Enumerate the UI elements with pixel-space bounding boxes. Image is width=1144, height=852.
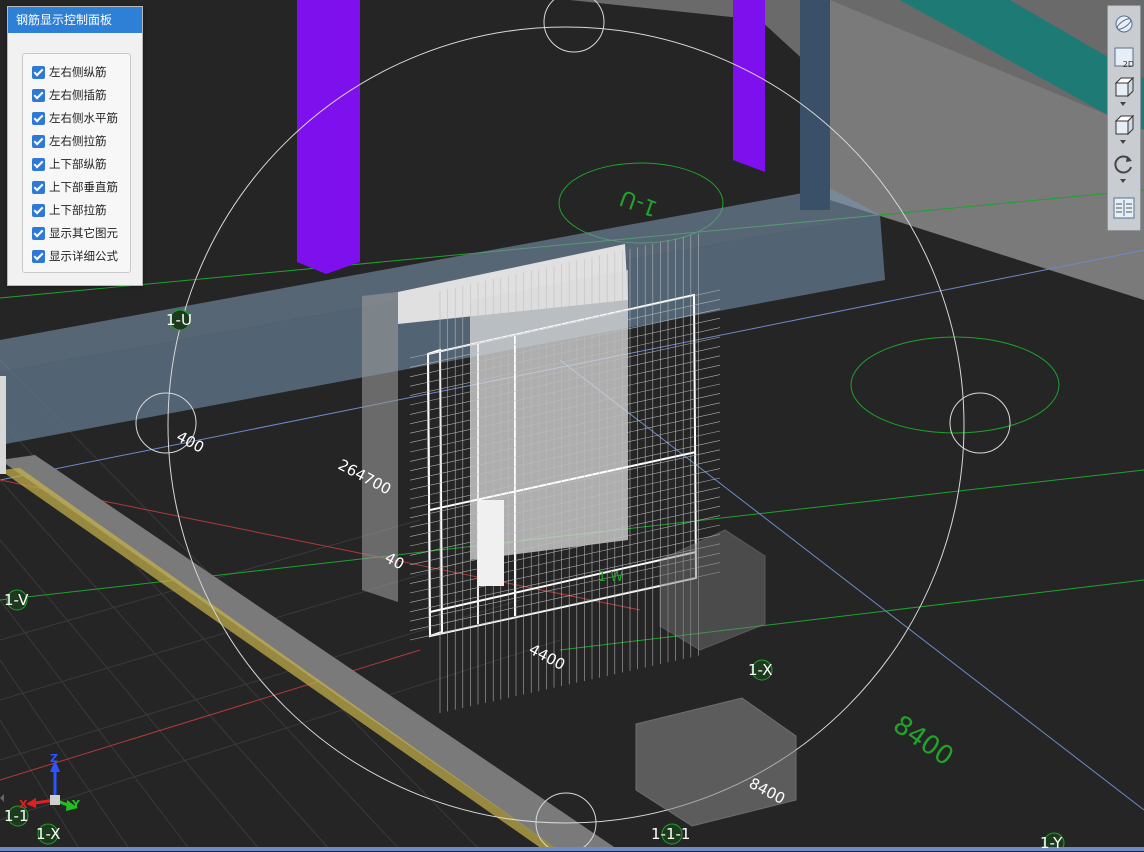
view-toolbar: 2D bbox=[1107, 5, 1141, 231]
checkbox-icon[interactable] bbox=[32, 65, 45, 79]
orbit-sphere-icon bbox=[1115, 15, 1132, 32]
options-group: 左右侧纵筋 左右侧插筋 左右侧水平筋 左右侧拉筋 上下部纵筋 上下部垂直筋 上下… bbox=[22, 53, 131, 273]
triad-z-label: Z bbox=[50, 752, 58, 765]
option-label: 左右侧拉筋 bbox=[49, 134, 107, 148]
option-label: 左右侧纵筋 bbox=[49, 65, 107, 79]
view-cube-button[interactable] bbox=[1111, 112, 1136, 137]
option-left-right-tie[interactable]: 左右侧拉筋 bbox=[32, 132, 107, 150]
view-3d-button[interactable] bbox=[1111, 74, 1136, 99]
3d-viewport[interactable]: 1-U 1-V 1-X 1-1 1-X 1-1-1 1-Y 264700 400… bbox=[0, 0, 1144, 852]
checkbox-icon[interactable] bbox=[32, 249, 45, 263]
rotate-button[interactable] bbox=[1111, 151, 1136, 176]
option-left-right-longitudinal[interactable]: 左右侧纵筋 bbox=[32, 63, 107, 81]
axis-label-1y: 1-Y bbox=[1040, 834, 1063, 852]
option-top-bottom-tie[interactable]: 上下部拉筋 bbox=[32, 201, 107, 219]
axis-triad bbox=[26, 760, 78, 811]
option-label: 上下部纵筋 bbox=[49, 157, 107, 171]
view-2d-label: 2D bbox=[1122, 60, 1134, 69]
option-label: 上下部垂直筋 bbox=[49, 180, 118, 194]
orbit-handle-right bbox=[949, 392, 1011, 454]
rebar-3d-scene[interactable] bbox=[0, 0, 1144, 851]
option-label: 显示其它图元 bbox=[49, 226, 118, 240]
view-2d-button[interactable]: 2D bbox=[1111, 44, 1136, 69]
view-3d-box-icon bbox=[1114, 76, 1134, 97]
axis-label-1x-bottom: 1-X bbox=[36, 825, 61, 843]
triad-y-label: Y bbox=[72, 798, 80, 811]
option-left-right-dowel[interactable]: 左右侧插筋 bbox=[32, 86, 107, 104]
footing-box-1 bbox=[635, 697, 797, 827]
view-cube-icon bbox=[1114, 114, 1134, 135]
checkbox-icon[interactable] bbox=[32, 111, 45, 125]
status-strip bbox=[0, 847, 1144, 851]
checkbox-icon[interactable] bbox=[32, 157, 45, 171]
checkbox-icon[interactable] bbox=[32, 203, 45, 217]
panel-title: 钢筋显示控制面板 bbox=[8, 7, 142, 33]
orbit-handle-top bbox=[543, 0, 605, 53]
option-label: 左右侧水平筋 bbox=[49, 111, 118, 125]
option-top-bottom-vertical[interactable]: 上下部垂直筋 bbox=[32, 178, 118, 196]
axis-label-1w: 1-W bbox=[598, 570, 624, 585]
option-show-other-elements[interactable]: 显示其它图元 bbox=[32, 224, 118, 242]
layout-grid-icon bbox=[1113, 197, 1134, 218]
view-3d-dropdown-icon[interactable] bbox=[1120, 102, 1126, 106]
rotate-icon bbox=[1113, 155, 1132, 173]
checkbox-icon[interactable] bbox=[32, 134, 45, 148]
axis-label-1v: 1-V bbox=[4, 591, 29, 609]
triad-x-label: X bbox=[19, 798, 28, 811]
option-label: 显示详细公式 bbox=[49, 249, 118, 263]
rebar-display-control-panel: 钢筋显示控制面板 左右侧纵筋 左右侧插筋 左右侧水平筋 左右侧拉筋 上下部纵筋 … bbox=[7, 6, 143, 286]
option-show-detailed-formula[interactable]: 显示详细公式 bbox=[32, 247, 118, 265]
checkbox-icon[interactable] bbox=[32, 226, 45, 240]
column-right-shadow bbox=[800, 0, 830, 210]
option-label: 左右侧插筋 bbox=[49, 88, 107, 102]
checkbox-icon[interactable] bbox=[32, 88, 45, 102]
checkbox-icon[interactable] bbox=[32, 180, 45, 194]
option-label: 上下部拉筋 bbox=[49, 203, 107, 217]
rotate-dropdown-icon[interactable] bbox=[1120, 179, 1126, 183]
column-left bbox=[297, 0, 360, 274]
axis-label-1u: 1-U bbox=[166, 311, 192, 329]
option-top-bottom-longitudinal[interactable]: 上下部纵筋 bbox=[32, 155, 107, 173]
layout-button[interactable] bbox=[1111, 195, 1136, 220]
orbit-button[interactable] bbox=[1111, 11, 1136, 36]
left-collapse-tab[interactable] bbox=[0, 376, 6, 802]
axis-label-1x-right: 1-X bbox=[748, 661, 773, 679]
column-right bbox=[733, 0, 765, 172]
axis-label-1-1-1: 1-1-1 bbox=[651, 825, 691, 843]
option-left-right-horizontal[interactable]: 左右侧水平筋 bbox=[32, 109, 118, 127]
collapse-arrow-icon bbox=[0, 794, 4, 802]
view-cube-dropdown-icon[interactable] bbox=[1120, 140, 1126, 144]
opening bbox=[478, 500, 504, 586]
